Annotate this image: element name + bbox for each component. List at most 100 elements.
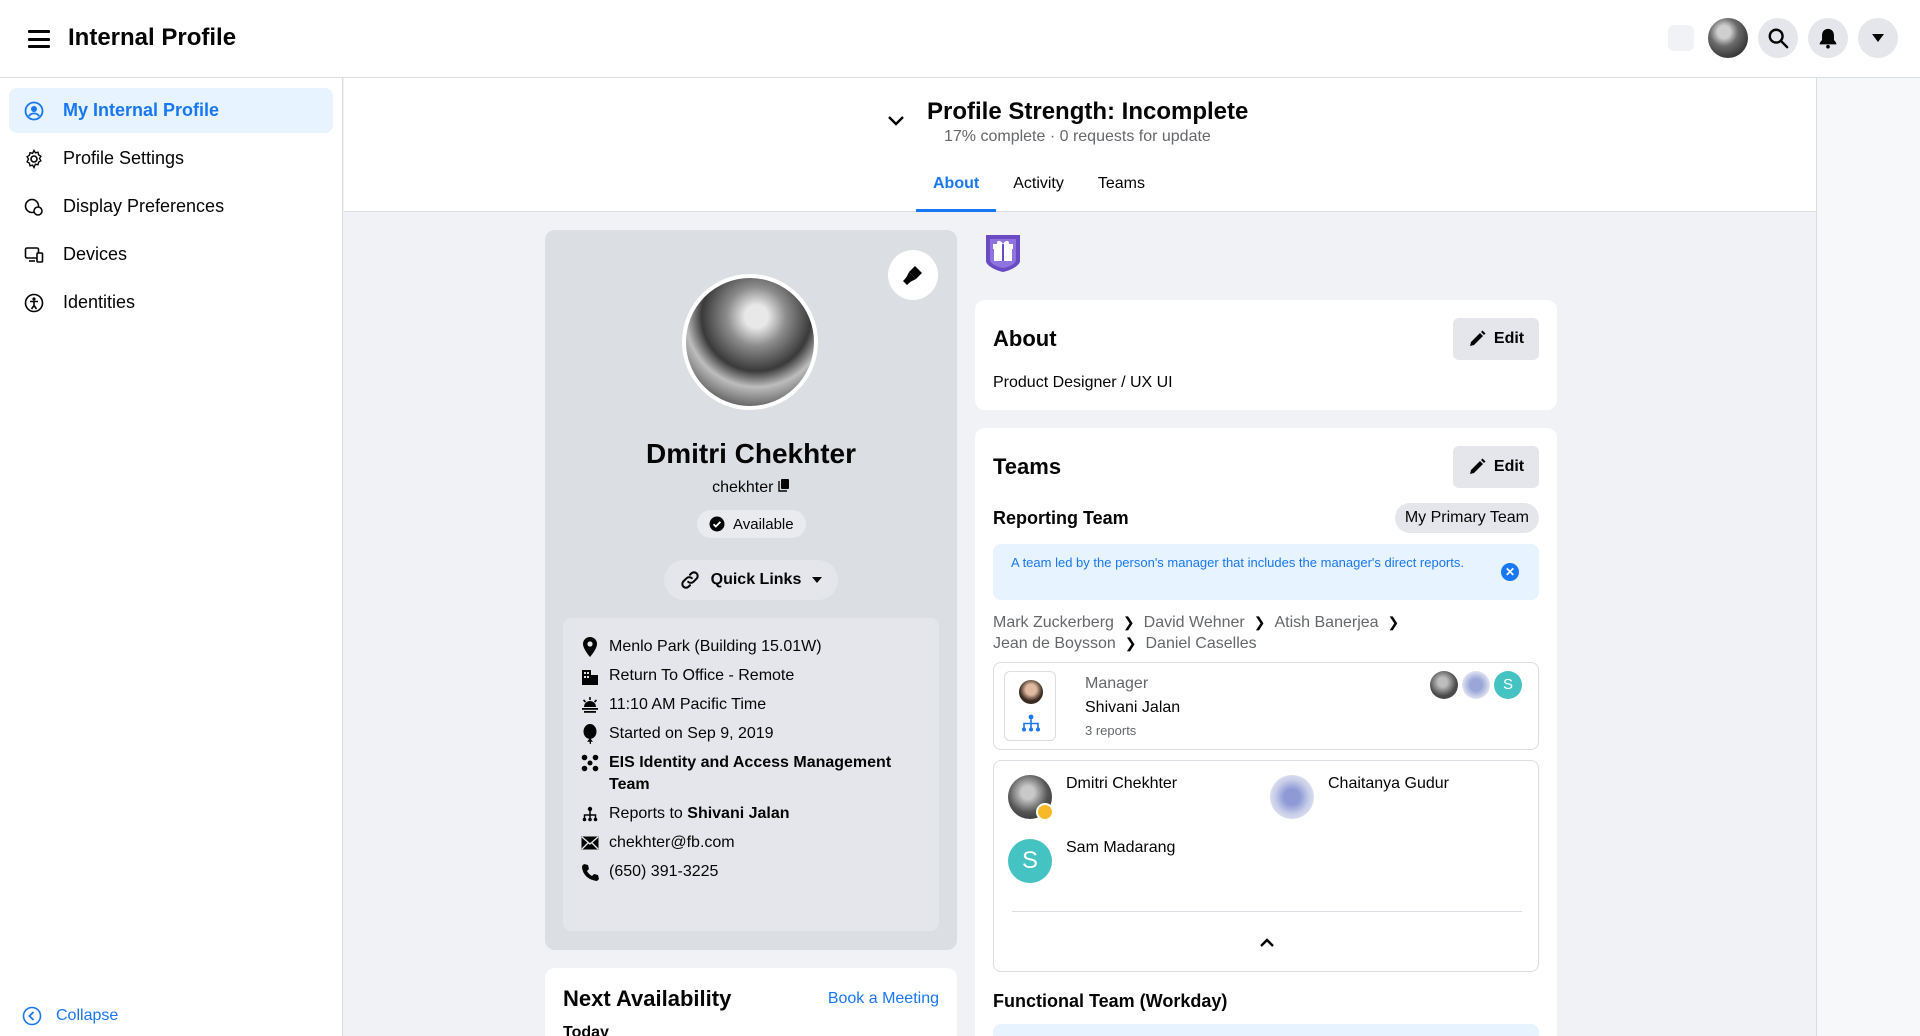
team-member[interactable]: Chaitanya Gudur bbox=[1270, 775, 1449, 819]
copy-icon[interactable] bbox=[778, 478, 790, 492]
quick-links-button[interactable]: Quick Links bbox=[664, 560, 838, 600]
sidebar-item-label: Identities bbox=[63, 292, 136, 312]
member-name: Sam Madarang bbox=[1066, 839, 1176, 856]
account-avatar[interactable] bbox=[1708, 18, 1748, 58]
chevron-right-icon: ❯ bbox=[1253, 614, 1266, 630]
profile-strength-title: Profile Strength: Incomplete bbox=[927, 98, 1249, 125]
banner-text: A team led by the person's manager that … bbox=[1011, 555, 1464, 570]
reporting-team-title: Reporting Team bbox=[993, 508, 1129, 528]
notifications-button[interactable] bbox=[1808, 18, 1848, 58]
local-time-row: 11:10 AM Pacific Time bbox=[581, 694, 921, 716]
member-name: Dmitri Chekhter bbox=[1066, 775, 1178, 792]
sidebar-item-my-internal-profile[interactable]: My Internal Profile bbox=[9, 88, 333, 133]
manager-name[interactable]: Shivani Jalan bbox=[1085, 699, 1180, 717]
user-circle-icon bbox=[23, 100, 45, 122]
profile-avatar bbox=[682, 274, 818, 410]
chevron-down-icon[interactable] bbox=[887, 114, 905, 132]
return-to-office-text: Return To Office - Remote bbox=[609, 667, 795, 684]
team-text[interactable]: EIS Identity and Access Management Team bbox=[609, 752, 921, 796]
functional-team-title: Functional Team (Workday) bbox=[993, 991, 1228, 1011]
status-badge[interactable]: Available bbox=[697, 510, 806, 538]
status-text: Available bbox=[733, 515, 794, 533]
sidebar-item-profile-settings[interactable]: Profile Settings bbox=[9, 136, 333, 181]
top-actions bbox=[1668, 18, 1898, 58]
sunrise-icon bbox=[581, 694, 599, 716]
chain-person[interactable]: Mark Zuckerberg bbox=[993, 614, 1114, 631]
team-row: EIS Identity and Access Management Team bbox=[581, 752, 921, 796]
member-name: Chaitanya Gudur bbox=[1328, 775, 1449, 792]
email-text[interactable]: chekhter@fb.com bbox=[609, 832, 735, 854]
sidebar-item-identities[interactable]: Identities bbox=[9, 280, 333, 325]
chevron-right-icon: ❯ bbox=[1122, 614, 1135, 630]
caret-down-icon bbox=[812, 577, 823, 583]
sidebar-item-devices[interactable]: Devices bbox=[9, 232, 333, 277]
manager-reports-count: 3 reports bbox=[1085, 723, 1137, 738]
tab-about[interactable]: About bbox=[916, 174, 997, 212]
start-date-row: Started on Sep 9, 2019 bbox=[581, 723, 921, 745]
display-preferences-icon bbox=[23, 196, 45, 218]
pencil-icon bbox=[1469, 330, 1486, 346]
return-to-office-row: Return To Office - Remote bbox=[581, 665, 921, 687]
account-menu-button[interactable] bbox=[1858, 18, 1898, 58]
avatar[interactable] bbox=[1462, 671, 1490, 699]
org-chart-icon bbox=[1021, 714, 1041, 737]
chain-person[interactable]: David Wehner bbox=[1144, 614, 1245, 631]
placeholder-icon bbox=[1668, 25, 1694, 51]
team-member[interactable]: Dmitri Chekhter bbox=[1008, 775, 1178, 821]
about-edit-button[interactable]: Edit bbox=[1453, 318, 1539, 360]
gear-icon bbox=[23, 148, 45, 170]
building-icon bbox=[581, 665, 599, 687]
avatar: S bbox=[1008, 839, 1052, 883]
reports-to-manager[interactable]: Shivani Jalan bbox=[687, 805, 789, 822]
search-icon bbox=[1768, 28, 1789, 49]
customize-cover-button[interactable] bbox=[888, 250, 938, 300]
envelope-icon bbox=[581, 832, 599, 854]
chevron-up-icon[interactable] bbox=[1259, 935, 1275, 953]
manager-card[interactable]: Manager Shivani Jalan 3 reports S bbox=[993, 662, 1539, 750]
caret-down-icon bbox=[1872, 34, 1884, 42]
sidebar-item-display-preferences[interactable]: Display Preferences bbox=[9, 184, 333, 229]
gift-badge-icon[interactable] bbox=[982, 232, 1024, 279]
pencil-icon bbox=[1469, 458, 1486, 474]
avatar[interactable] bbox=[1430, 671, 1458, 699]
manager-thumbnail bbox=[1004, 671, 1056, 741]
tab-activity[interactable]: Activity bbox=[996, 174, 1081, 212]
next-availability-title: Next Availability bbox=[563, 986, 732, 1011]
today-label: Today bbox=[563, 1024, 609, 1036]
sidebar-item-label: Devices bbox=[63, 244, 128, 264]
sidebar-item-label: Profile Settings bbox=[63, 148, 185, 168]
reports-to-text: Reports to Shivani Jalan bbox=[609, 803, 790, 825]
functional-team-banner bbox=[993, 1024, 1539, 1036]
chain-person[interactable]: Atish Banerjea bbox=[1274, 614, 1378, 631]
chain-person[interactable]: Daniel Caselles bbox=[1145, 635, 1256, 652]
about-title: About bbox=[993, 326, 1057, 351]
chain-person[interactable]: Jean de Boysson bbox=[993, 635, 1116, 652]
book-meeting-link[interactable]: Book a Meeting bbox=[828, 990, 939, 1008]
avatar bbox=[1008, 775, 1054, 821]
edit-label: Edit bbox=[1493, 458, 1525, 475]
about-text: Product Designer / UX UI bbox=[993, 374, 1173, 391]
teams-edit-button[interactable]: Edit bbox=[1453, 446, 1539, 488]
location-text: Menlo Park (Building 15.01W) bbox=[609, 638, 822, 655]
team-icon bbox=[581, 752, 599, 774]
tab-teams[interactable]: Teams bbox=[1081, 174, 1162, 212]
collapse-button[interactable]: Collapse bbox=[22, 1006, 118, 1026]
menu-icon[interactable] bbox=[26, 26, 52, 52]
bell-icon bbox=[1819, 28, 1837, 49]
search-button[interactable] bbox=[1758, 18, 1798, 58]
profile-details: Menlo Park (Building 15.01W) Return To O… bbox=[563, 618, 939, 931]
sidebar-item-label: Display Preferences bbox=[63, 196, 225, 216]
reports-to-prefix: Reports to bbox=[609, 805, 683, 822]
handle-text: chekhter bbox=[712, 479, 774, 496]
phone-row: (650) 391-3225 bbox=[581, 861, 921, 883]
profile-name: Dmitri Chekhter bbox=[645, 438, 857, 469]
reporting-team-info-banner: A team led by the person's manager that … bbox=[993, 544, 1539, 600]
phone-text[interactable]: (650) 391-3225 bbox=[609, 861, 718, 883]
location-pin-icon bbox=[581, 636, 599, 658]
link-icon bbox=[680, 571, 699, 589]
identities-icon bbox=[23, 292, 45, 314]
chevron-right-icon: ❯ bbox=[1387, 614, 1400, 630]
team-member[interactable]: S Sam Madarang bbox=[1008, 839, 1175, 883]
close-icon[interactable]: ✕ bbox=[1501, 563, 1519, 581]
avatar[interactable]: S bbox=[1494, 671, 1522, 699]
